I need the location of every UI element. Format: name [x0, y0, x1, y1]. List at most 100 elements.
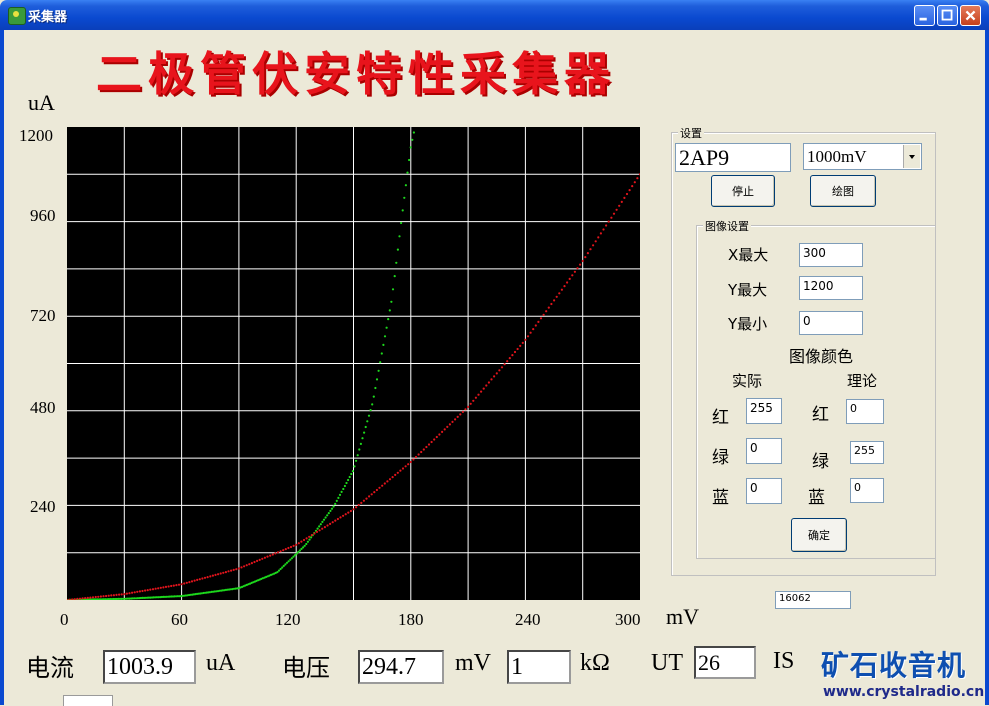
is-label: IS — [773, 648, 795, 674]
series-1-point — [198, 578, 201, 581]
series-1-point — [185, 581, 188, 584]
series-1-point — [227, 570, 230, 573]
series-1-point — [237, 567, 240, 570]
y-tick-label: 720 — [30, 306, 56, 325]
series-1-point — [188, 581, 191, 584]
actual-blue-input[interactable]: 0 — [746, 478, 782, 504]
partial-field[interactable] — [63, 695, 113, 706]
plot-button[interactable]: 绘图 — [810, 175, 876, 207]
series-1-point — [474, 396, 477, 399]
minimize-icon — [919, 17, 927, 21]
range-select[interactable]: 1000mV — [803, 143, 922, 170]
series-1-point — [68, 598, 71, 600]
series-0-point — [359, 442, 362, 445]
series-1-point — [399, 469, 402, 472]
series-1-point — [131, 591, 134, 594]
series-1-point — [584, 256, 587, 259]
series-0-point — [343, 484, 346, 488]
series-1-point — [128, 592, 131, 595]
resistance-field[interactable]: 1 — [507, 650, 571, 684]
series-1-point — [592, 244, 595, 247]
series-1-point — [360, 501, 363, 504]
series-1-point — [170, 584, 173, 588]
actual-green-input[interactable]: 0 — [746, 438, 782, 464]
series-0-point — [411, 138, 414, 141]
y-min-input[interactable]: 0 — [799, 311, 863, 335]
series-1-point — [256, 559, 259, 562]
x-tick-label: 120 — [275, 610, 301, 629]
series-1-point — [157, 587, 160, 590]
series-1-point — [279, 550, 282, 553]
series-0-point — [403, 196, 406, 199]
series-1-point — [441, 430, 444, 433]
close-button[interactable] — [960, 5, 981, 26]
voltage-unit-label: mV — [455, 650, 491, 676]
series-1-point — [461, 410, 464, 413]
stop-button[interactable]: 停止 — [711, 175, 775, 207]
series-1-point — [154, 587, 157, 590]
y-max-input[interactable]: 1200 — [799, 276, 863, 300]
series-0-point — [390, 300, 393, 303]
series-0-point — [308, 538, 311, 541]
watermark-url: www.crystalradio.cn — [823, 684, 985, 700]
maximize-button[interactable] — [937, 5, 958, 26]
series-1-point — [323, 526, 326, 529]
series-1-point — [414, 455, 418, 459]
series-1-point — [451, 420, 454, 423]
theory-red-input[interactable]: 0 — [846, 399, 884, 424]
series-1-point — [365, 497, 368, 500]
y-min-label: Y最小 — [728, 315, 768, 333]
x-max-input[interactable]: 300 — [799, 243, 863, 267]
series-0-point — [404, 184, 407, 187]
series-1-point — [409, 460, 412, 464]
series-1-point — [571, 274, 574, 277]
series-1-point — [248, 563, 251, 566]
resistance-unit-label: kΩ — [580, 650, 610, 676]
x-tick-label: 240 — [515, 610, 541, 629]
series-1-point — [94, 595, 97, 599]
series-1-point — [81, 597, 84, 600]
series-0-point — [319, 523, 322, 526]
series-0-point — [298, 549, 301, 552]
y-max-label: Y最大 — [728, 281, 768, 299]
series-0-point — [316, 527, 319, 530]
ut-field[interactable]: 26 — [694, 646, 756, 679]
series-1-point — [605, 224, 608, 227]
range-select-value: 1000mV — [807, 147, 867, 166]
theory-blue-input[interactable]: 0 — [850, 478, 884, 503]
series-0-point — [356, 454, 359, 457]
current-label: 电流 — [26, 656, 74, 682]
series-1-point — [503, 363, 506, 366]
series-0-point — [335, 499, 338, 502]
series-1-point — [446, 425, 449, 428]
current-value-field[interactable]: 1003.9 — [103, 650, 196, 684]
chevron-down-icon[interactable] — [903, 145, 920, 168]
series-1-point — [459, 413, 462, 416]
minimize-button[interactable] — [914, 5, 935, 26]
series-1-point — [329, 522, 332, 525]
series-1-point — [401, 467, 405, 470]
series-1-point — [482, 387, 485, 390]
confirm-button[interactable]: 确定 — [791, 518, 847, 552]
series-1-point — [412, 458, 415, 461]
series-1-point — [287, 546, 290, 550]
window-frame-right — [985, 30, 989, 705]
series-0-point — [305, 542, 308, 546]
series-0-point — [380, 352, 383, 355]
y-tick-label: 1200 — [19, 126, 53, 145]
image-settings-title: 图像设置 — [703, 218, 751, 234]
series-1-point — [404, 465, 407, 468]
series-1-point — [430, 440, 433, 444]
voltage-value-field[interactable]: 294.7 — [358, 650, 444, 684]
series-1-point — [417, 453, 420, 456]
actual-red-label: 红 — [712, 408, 729, 428]
series-1-point — [339, 516, 342, 519]
theory-green-input[interactable]: 255 — [850, 441, 884, 464]
x-tick-label: 180 — [398, 610, 424, 629]
series-1-point — [568, 277, 571, 280]
model-input[interactable]: 2AP9 — [675, 143, 791, 172]
series-1-point — [269, 554, 272, 557]
actual-red-input[interactable]: 255 — [746, 398, 782, 424]
series-1-point — [344, 513, 347, 516]
series-1-point — [232, 568, 235, 571]
